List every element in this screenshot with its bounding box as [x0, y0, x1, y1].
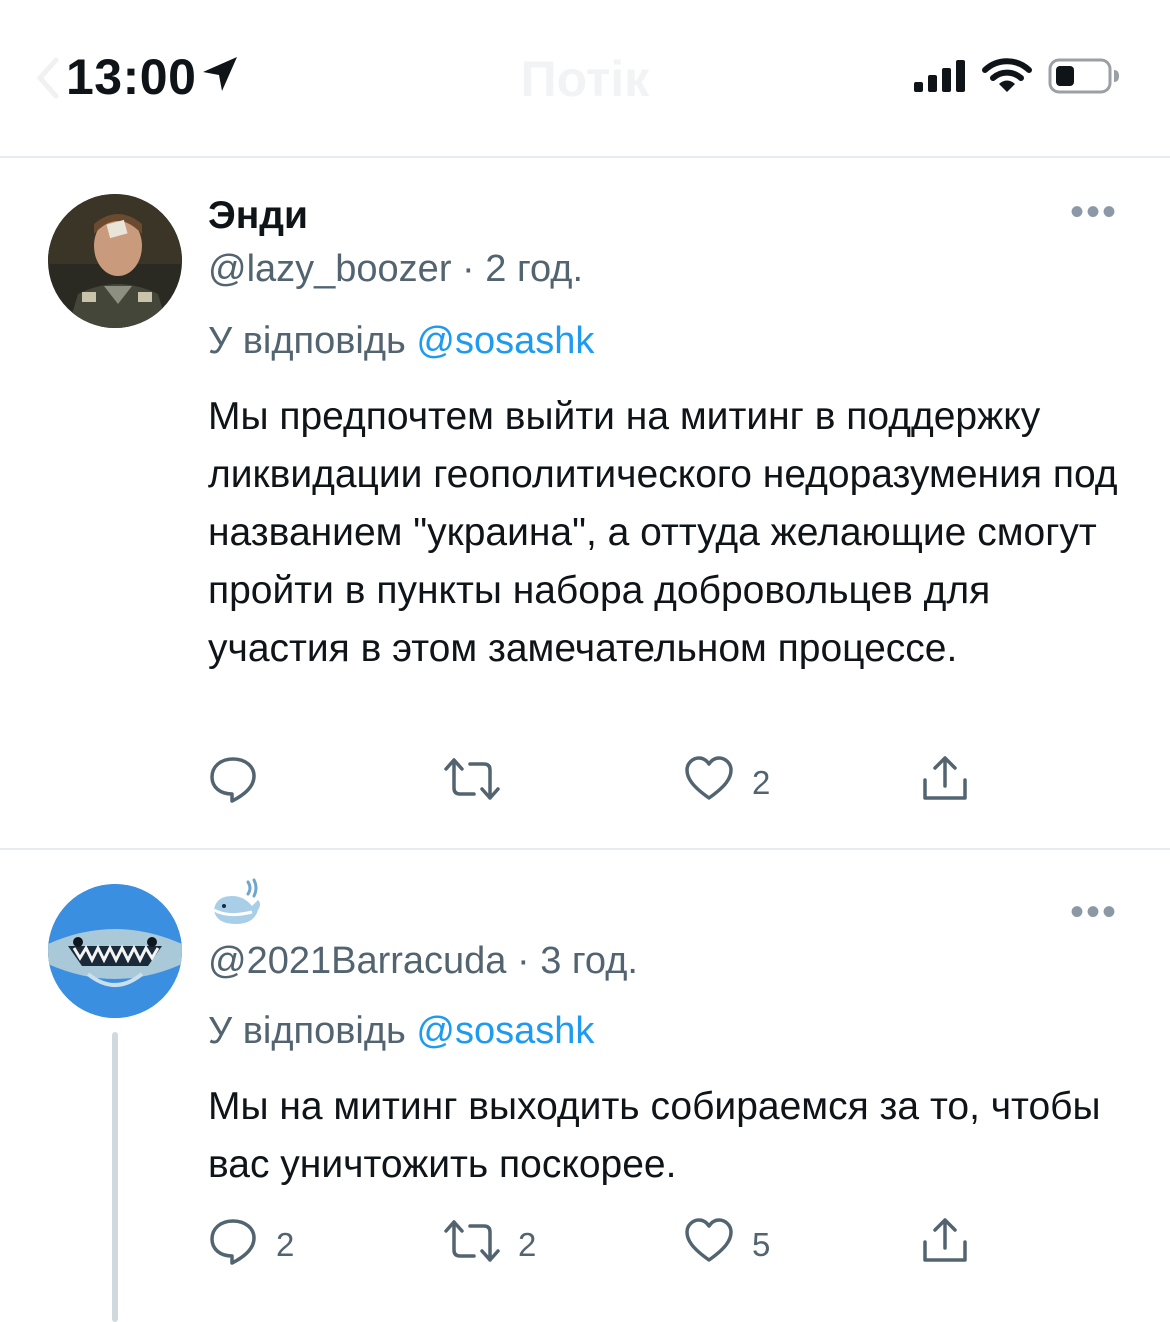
retweet-button[interactable]: 2: [444, 1216, 536, 1274]
cellular-signal-icon: [914, 60, 966, 97]
timestamp[interactable]: 3 год.: [540, 940, 638, 982]
handle-row: @lazy_boozer · 2 год.: [208, 248, 583, 291]
user-handle[interactable]: @lazy_boozer: [208, 248, 451, 290]
reply-icon: [208, 754, 258, 812]
battery-icon: [1048, 58, 1120, 99]
separator: ·: [517, 940, 530, 982]
tweet-text: Мы предпочтем выйти на митинг в поддержк…: [208, 395, 1118, 670]
tweet-text: Мы на митинг выходить собираемся за то, …: [208, 1085, 1101, 1186]
avatar[interactable]: [48, 194, 182, 328]
share-button[interactable]: [920, 1216, 970, 1274]
more-options-icon[interactable]: •••: [1070, 892, 1118, 932]
mention-link[interactable]: @sosashk: [416, 320, 594, 362]
share-icon: [920, 1216, 970, 1274]
tweet-actions: 2 2 5: [208, 1216, 988, 1276]
timestamp[interactable]: 2 год.: [485, 248, 583, 290]
system-icons: [914, 58, 1120, 99]
reply-context: У відповідь @sosashk: [208, 1010, 594, 1053]
like-button[interactable]: 2: [684, 754, 770, 812]
mention-link[interactable]: @sosashk: [416, 1010, 594, 1052]
location-arrow-icon: [200, 54, 240, 99]
handle-row: @2021Barracuda · 3 год.: [208, 940, 638, 983]
more-options-icon[interactable]: •••: [1070, 192, 1118, 232]
reply-context: У відповідь @sosashk: [208, 320, 594, 363]
tweet[interactable]: ••• @2021Barracuda · 3 год. У відповідь …: [0, 850, 1170, 1322]
status-bar: Потік 13:00: [0, 0, 1170, 156]
reply-button[interactable]: 2: [208, 1216, 294, 1274]
reply-count: 2: [276, 1226, 295, 1263]
reply-icon: [208, 1216, 258, 1274]
like-count: 5: [752, 1226, 771, 1263]
reply-button[interactable]: [208, 754, 276, 812]
retweet-icon: [444, 754, 500, 812]
user-handle[interactable]: @2021Barracuda: [208, 940, 506, 982]
retweet-count: 2: [518, 1226, 537, 1263]
status-time: 13:00: [66, 49, 197, 105]
separator: ·: [462, 248, 475, 290]
tweet[interactable]: Энди ••• @lazy_boozer · 2 год. У відпові…: [0, 158, 1170, 848]
display-name[interactable]: Энди: [208, 194, 308, 238]
share-icon: [920, 754, 970, 812]
reply-prefix: У відповідь: [208, 1010, 406, 1052]
reply-prefix: У відповідь: [208, 320, 406, 362]
heart-icon: [684, 754, 734, 812]
heart-icon: [684, 1216, 734, 1274]
retweet-button[interactable]: [444, 754, 518, 812]
like-button[interactable]: 5: [684, 1216, 770, 1274]
tweet-actions: 2: [208, 754, 988, 814]
wifi-icon: [982, 58, 1032, 99]
whale-emoji-icon: [208, 874, 264, 935]
share-button[interactable]: [920, 754, 970, 812]
avatar[interactable]: [48, 884, 182, 1018]
retweet-icon: [444, 1216, 500, 1274]
like-count: 2: [752, 764, 771, 801]
thread-line: [112, 1032, 118, 1322]
